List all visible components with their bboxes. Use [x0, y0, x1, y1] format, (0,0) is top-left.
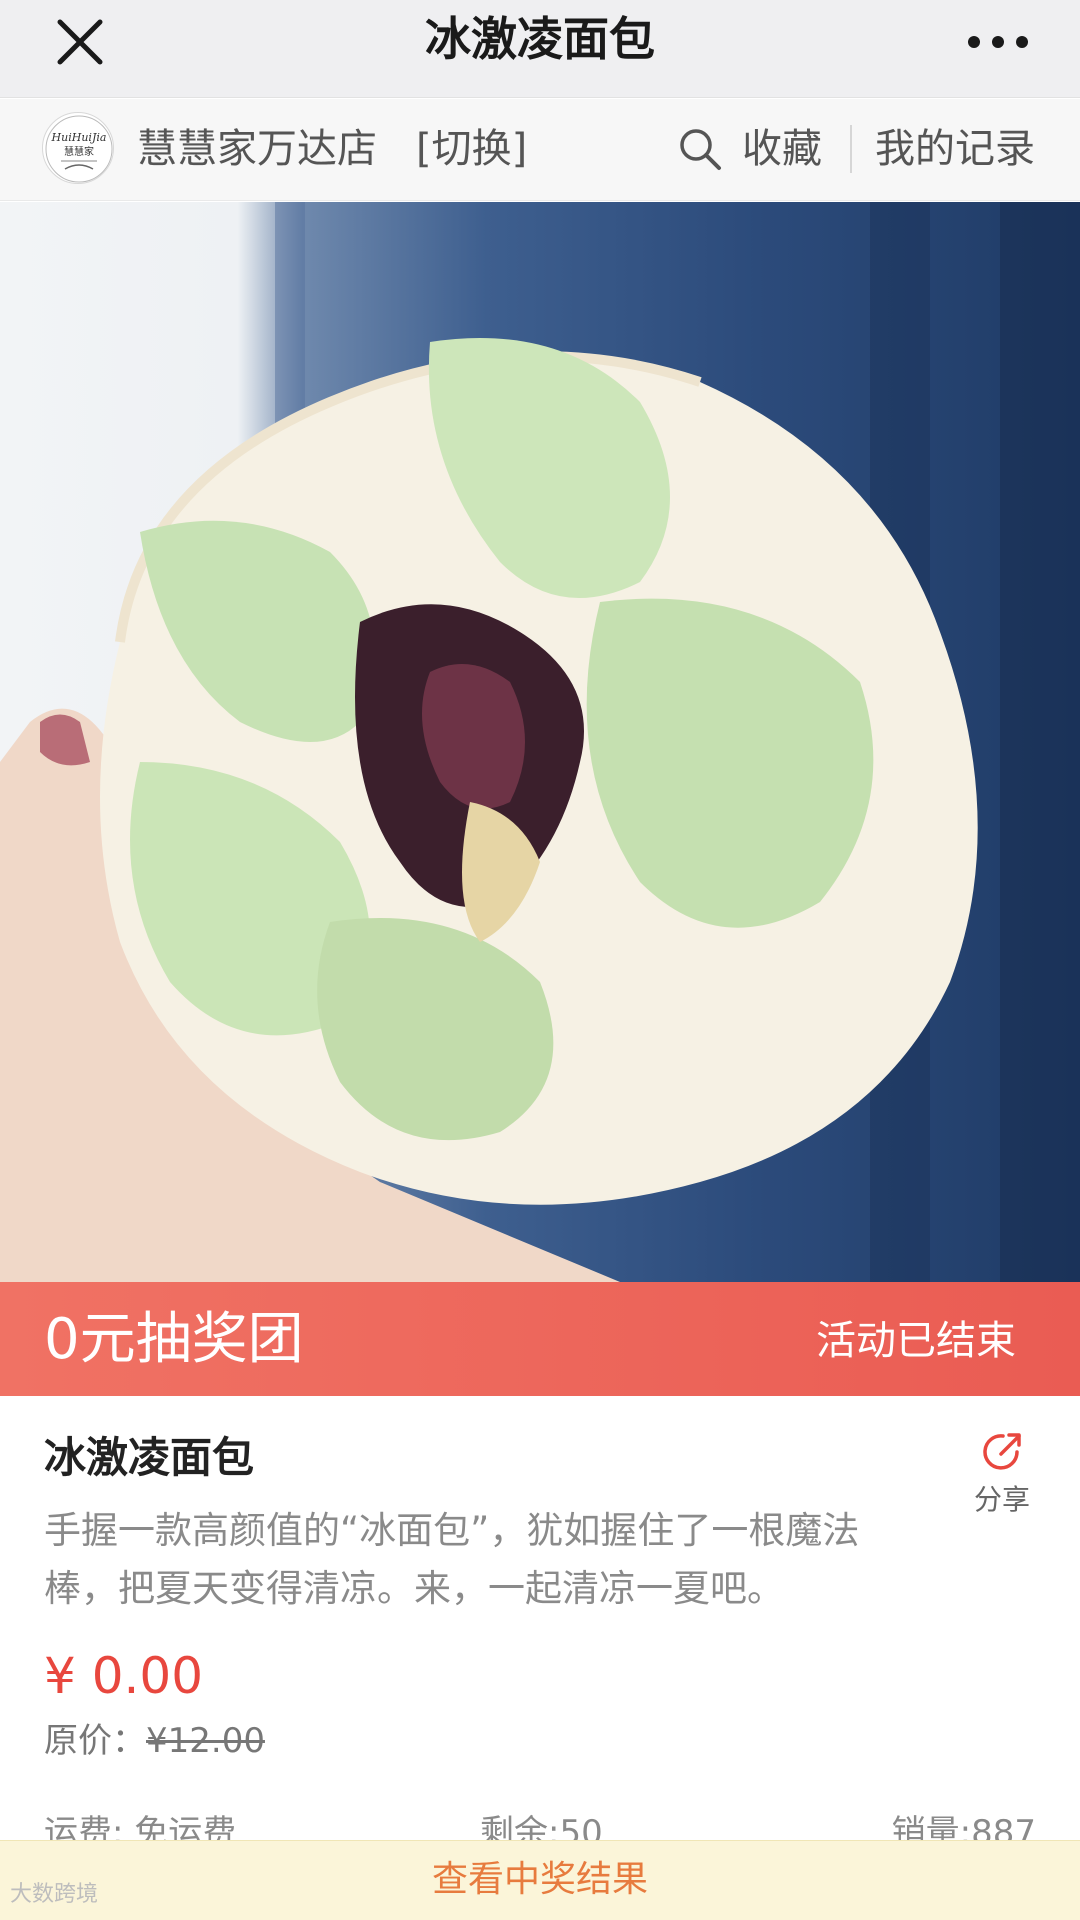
product-photo: [0, 202, 1080, 1282]
original-price-row: 原价：¥12.00: [44, 1718, 265, 1764]
svg-text:慧慧家: 慧慧家: [64, 145, 94, 158]
close-icon[interactable]: [50, 12, 110, 72]
share-label: 分享: [973, 1483, 1030, 1516]
store-bar: HuiHuiJia 慧慧家 慧慧家万达店 [切换] 收藏 我的记录: [0, 99, 1080, 201]
store-logo[interactable]: HuiHuiJia 慧慧家: [42, 112, 114, 184]
activity-status: 活动已结束: [816, 1318, 1016, 1364]
divider: [850, 125, 852, 173]
product-title: 冰激凌面包: [44, 1433, 255, 1482]
promo-banner: 0元抽奖团 活动已结束: [0, 1282, 1080, 1396]
search-icon[interactable]: [677, 126, 723, 172]
share-button[interactable]: 分享: [964, 1428, 1040, 1520]
original-price: ¥12.00: [146, 1721, 265, 1761]
original-price-label: 原价：: [44, 1721, 146, 1761]
watermark: 大数跨境: [10, 1882, 99, 1907]
more-dots-icon[interactable]: [964, 22, 1032, 62]
svg-text:HuiHuiJia: HuiHuiJia: [51, 131, 107, 144]
store-switch-link[interactable]: [切换]: [416, 123, 527, 175]
current-price: ¥ 0.00: [44, 1647, 204, 1705]
product-image-carousel[interactable]: [0, 202, 1080, 1282]
promo-label: 0元抽奖团: [44, 1307, 304, 1372]
page-title: 冰激凌面包: [425, 12, 655, 66]
product-page: 冰激凌面包 HuiHuiJia 慧慧家 慧慧家万达店 [切换] 收藏 我的记录: [0, 0, 1080, 1920]
my-records-button[interactable]: 我的记录: [875, 123, 1035, 175]
view-results-button[interactable]: 查看中奖结果: [0, 1855, 1080, 1905]
favorite-button[interactable]: 收藏: [742, 123, 822, 175]
store-name[interactable]: 慧慧家万达店: [137, 123, 377, 175]
bottom-action-bar: 查看中奖结果: [0, 1840, 1080, 1920]
product-description: 手握一款高颜值的“冰面包”，犹如握住了一根魔法棒，把夏天变得清凉。来，一起清凉一…: [44, 1509, 860, 1610]
share-icon: [983, 1433, 1021, 1470]
top-navbar: 冰激凌面包: [0, 0, 1080, 98]
